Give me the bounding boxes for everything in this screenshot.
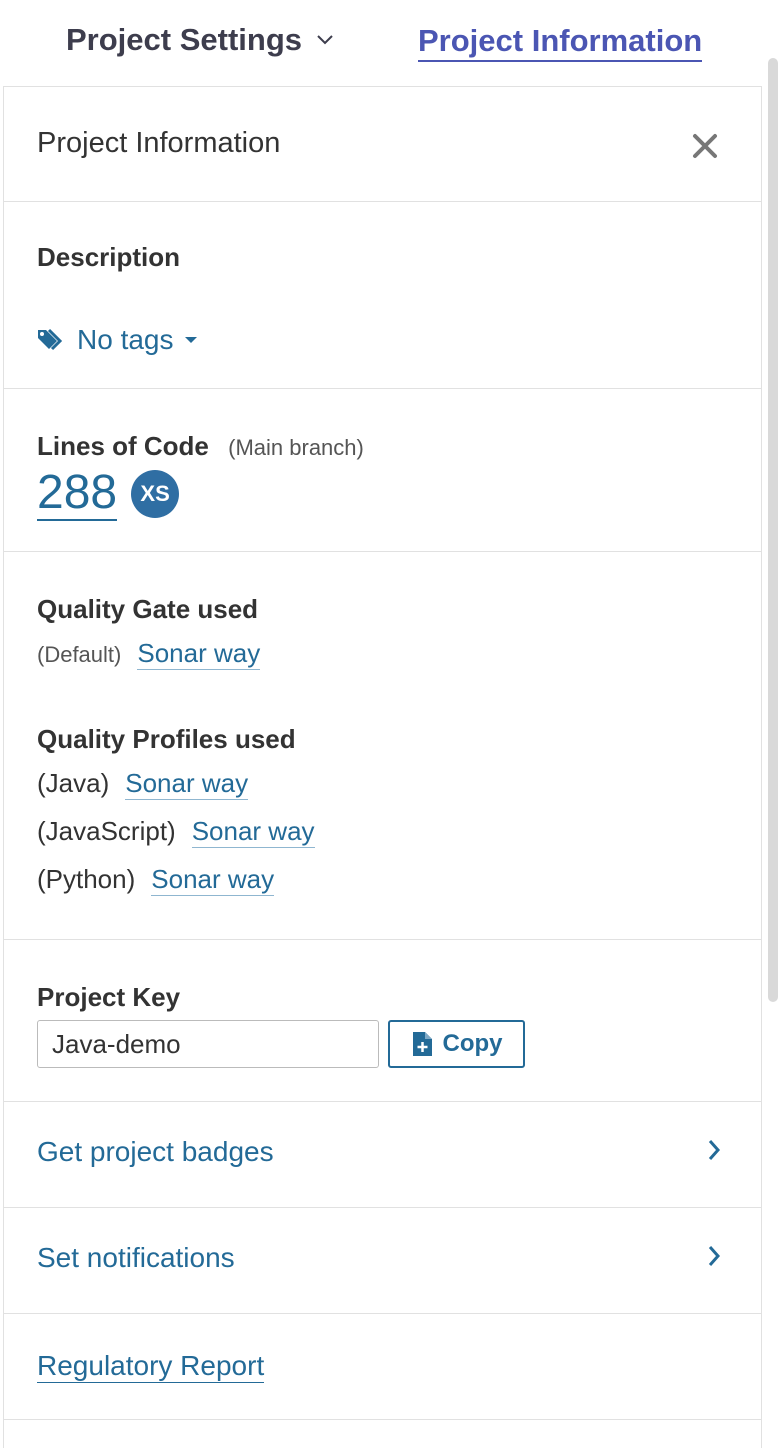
top-navigation: Project Settings Project Information xyxy=(0,0,778,86)
panel-title: Project Information xyxy=(37,127,281,159)
project-settings-menu[interactable]: Project Settings xyxy=(66,22,334,58)
get-project-badges-item[interactable]: Get project badges xyxy=(4,1102,761,1208)
quality-profile-link[interactable]: Sonar way xyxy=(125,768,249,800)
description-heading: Description xyxy=(37,242,181,272)
get-project-badges-label: Get project badges xyxy=(37,1136,274,1167)
project-settings-label: Project Settings xyxy=(66,22,302,57)
close-button[interactable] xyxy=(690,131,720,161)
quality-gate-default: (Default) xyxy=(37,642,122,667)
quality-profile-language: (Java) xyxy=(37,768,110,798)
quality-profile-link[interactable]: Sonar way xyxy=(151,864,275,896)
regulatory-report-link[interactable]: Regulatory Report xyxy=(37,1350,265,1383)
copy-icon xyxy=(412,1032,432,1056)
chevron-right-icon xyxy=(708,1140,721,1160)
quality-gate-heading: Quality Gate used xyxy=(37,594,259,624)
loc-value-link[interactable]: 288 xyxy=(37,467,118,521)
copy-button[interactable]: Copy xyxy=(388,1020,525,1068)
tags-dropdown[interactable]: No tags xyxy=(37,324,198,356)
quality-profile-link[interactable]: Sonar way xyxy=(191,816,315,848)
quality-profile-row: (Python) Sonar way xyxy=(37,864,275,896)
quality-profiles-heading: Quality Profiles used xyxy=(37,724,296,754)
description-section: Description No tags xyxy=(4,202,761,389)
lines-of-code-section: Lines of Code (Main branch) 288 XS xyxy=(4,389,761,552)
loc-row: 288 XS xyxy=(37,467,180,521)
quality-gate-link[interactable]: Sonar way xyxy=(137,638,261,670)
loc-heading-label: Lines of Code xyxy=(37,431,209,461)
loc-heading: Lines of Code (Main branch) xyxy=(37,431,364,462)
size-rating-badge: XS xyxy=(131,470,180,518)
project-key-section: Project Key Copy xyxy=(4,940,761,1102)
quality-section: Quality Gate used (Default) Sonar way Qu… xyxy=(4,552,761,940)
project-key-input[interactable] xyxy=(37,1020,379,1068)
project-key-heading: Project Key xyxy=(37,982,181,1012)
set-notifications-item[interactable]: Set notifications xyxy=(4,1208,761,1314)
project-information-panel: Project Information Description No tags … xyxy=(3,86,762,1448)
project-information-tab[interactable]: Project Information xyxy=(418,22,703,62)
set-notifications-label: Set notifications xyxy=(37,1242,235,1273)
quality-profile-language: (Python) xyxy=(37,864,136,894)
loc-branch: (Main branch) xyxy=(228,435,364,460)
close-icon xyxy=(693,134,717,158)
quality-profile-row: (JavaScript) Sonar way xyxy=(37,816,315,848)
regulatory-report-item: Regulatory Report xyxy=(4,1314,761,1420)
tags-icon xyxy=(38,328,63,351)
quality-profile-row: (Java) Sonar way xyxy=(37,768,249,800)
chevron-right-icon xyxy=(708,1246,721,1266)
panel-header: Project Information xyxy=(4,87,761,202)
quality-gate-row: (Default) Sonar way xyxy=(37,638,261,670)
quality-profile-language: (JavaScript) xyxy=(37,816,176,846)
tags-label: No tags xyxy=(77,324,174,355)
scrollbar[interactable] xyxy=(768,58,778,1002)
copy-label: Copy xyxy=(442,1030,503,1057)
caret-down-icon xyxy=(184,337,197,343)
chevron-down-icon xyxy=(317,35,333,45)
